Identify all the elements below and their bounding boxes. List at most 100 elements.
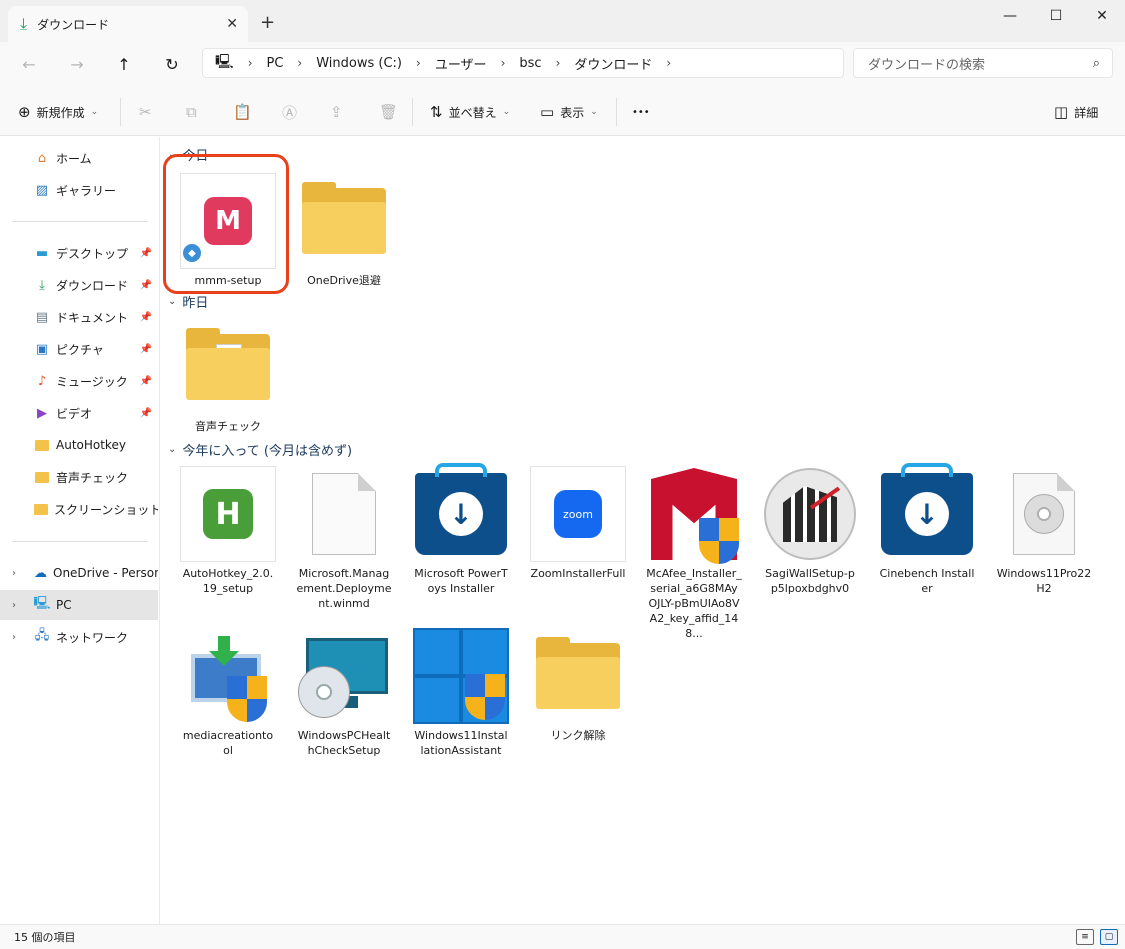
- file-item-powertoys-installer[interactable]: ↓ Microsoft PowerToys Installer: [413, 463, 509, 596]
- onedrive-icon: ☁: [34, 565, 47, 581]
- sidebar-item-gallery[interactable]: ▨ ギャラリー: [0, 175, 158, 205]
- rename-icon: Ⓐ: [282, 103, 298, 122]
- file-item-onedrive-backup[interactable]: OneDrive退避: [296, 173, 392, 288]
- pc-icon: 🖳: [33, 596, 51, 611]
- sidebar-divider: [12, 221, 148, 222]
- file-item-mcafee-installer[interactable]: McAfee_Installer_serial_a6G8MAyOJLY-pBmU…: [646, 466, 742, 641]
- sidebar-item-home[interactable]: ⌂ ホーム: [0, 143, 158, 173]
- tab-downloads[interactable]: ⤓ ダウンロード ✕: [8, 6, 248, 42]
- new-button[interactable]: ⊕ 新規作成 ⌄: [18, 100, 98, 124]
- share-button[interactable]: ⇪: [330, 100, 349, 124]
- new-button-label: 新規作成: [36, 105, 85, 120]
- delete-icon: 🗑: [379, 103, 399, 121]
- sidebar-item-onedrive[interactable]: › ☁ OneDrive - Persona: [0, 558, 158, 588]
- breadcrumb-drive[interactable]: Windows (C:): [316, 56, 402, 71]
- breadcrumb-users[interactable]: ユーザー: [435, 54, 487, 73]
- new-tab-button[interactable]: +: [260, 12, 275, 33]
- address-bar[interactable]: 🖳 › PC › Windows (C:) › ユーザー › bsc › ダウン…: [202, 48, 844, 78]
- cut-icon: ✂: [139, 103, 152, 121]
- sidebar-item-desktop[interactable]: ▬ デスクトップ 📌: [0, 238, 158, 268]
- sort-button-label: 並べ替え: [448, 105, 497, 120]
- sidebar-item-label: ミュージック: [56, 374, 128, 389]
- sort-button[interactable]: ⇅ 並べ替え ⌄: [430, 100, 510, 124]
- file-list: ⌄ 今日 M ◆ mmm-setup OneDrive退避 ⌄ 昨日 音声チェッ…: [160, 137, 1125, 924]
- group-header-today[interactable]: ⌄ 今日: [168, 145, 208, 164]
- pc-icon: 🖳: [215, 54, 234, 70]
- close-window-button[interactable]: ✕: [1079, 4, 1125, 28]
- desktop-icon: ▬: [35, 245, 49, 261]
- file-item-winmd[interactable]: Microsoft.Management.Deployment.winmd: [296, 466, 392, 611]
- uac-shield-icon: [227, 676, 267, 722]
- pin-icon: 📌: [139, 311, 152, 323]
- file-item-sagiwall-setup[interactable]: SagiWallSetup-pp5lpoxbdghv0: [762, 466, 858, 596]
- minimize-button[interactable]: —: [987, 4, 1033, 28]
- up-button[interactable]: ↑: [111, 52, 137, 76]
- uac-shield-icon: [699, 518, 739, 564]
- file-item-mediacreationtool[interactable]: mediacreationtool: [180, 628, 276, 758]
- music-icon: ♪: [37, 373, 47, 389]
- toolbar-divider: [616, 98, 617, 126]
- sidebar-item-music[interactable]: ♪ ミュージック 📌: [0, 366, 158, 396]
- rename-button[interactable]: Ⓐ: [282, 100, 303, 124]
- command-bar: ⊕ 新規作成 ⌄ ✂ ⧉ 📋 Ⓐ ⇪ 🗑 ⇅ 並べ替え ⌄ ▭ 表示 ⌄ •••…: [0, 86, 1125, 136]
- details-view-icon[interactable]: ≡: [1076, 929, 1094, 945]
- breadcrumb-pc[interactable]: PC: [267, 56, 284, 71]
- file-item-autohotkey-setup[interactable]: H AutoHotkey_2.0.19_setup: [180, 466, 276, 596]
- file-name: Windows11Pro22H2: [996, 567, 1092, 595]
- document-icon: ▤: [35, 309, 49, 325]
- file-name: ZoomInstallerFull: [530, 567, 626, 580]
- sidebar-item-label: ドキュメント: [56, 310, 129, 325]
- add-icon: ⊕: [18, 103, 31, 121]
- sidebar-item-label: スクリーンショット: [54, 502, 158, 517]
- chevron-down-icon: ⌄: [502, 107, 511, 117]
- group-header-yesterday[interactable]: ⌄ 昨日: [168, 292, 208, 311]
- gallery-icon: ▨: [35, 182, 49, 198]
- home-icon: ⌂: [37, 150, 47, 166]
- video-icon: ▶: [37, 405, 47, 421]
- sidebar-item-label: PC: [56, 598, 72, 612]
- maximize-button[interactable]: ☐: [1033, 4, 1079, 28]
- copy-button[interactable]: ⧉: [186, 100, 203, 124]
- breadcrumb-user[interactable]: bsc: [519, 56, 541, 71]
- file-item-unlink-folder[interactable]: リンク解除: [530, 628, 626, 743]
- file-name: リンク解除: [550, 729, 606, 742]
- back-button[interactable]: ←: [16, 52, 42, 76]
- pin-icon: 📌: [139, 343, 152, 355]
- chevron-right-icon[interactable]: ›: [12, 600, 16, 611]
- view-button[interactable]: ▭ 表示 ⌄: [540, 100, 598, 124]
- close-tab-icon[interactable]: ✕: [226, 16, 238, 32]
- file-name: Cinebench Installer: [879, 567, 975, 595]
- search-input[interactable]: ダウンロードの検索 ⌕: [853, 48, 1113, 78]
- sidebar-item-pictures[interactable]: ▣ ピクチャ 📌: [0, 334, 158, 364]
- sidebar-item-pc[interactable]: › 🖳 PC: [0, 590, 158, 620]
- paste-button[interactable]: 📋: [233, 100, 258, 124]
- file-item-pc-health-check[interactable]: WindowsPCHealthCheckSetup: [296, 628, 392, 758]
- file-item-zoom-installer[interactable]: zoom ZoomInstallerFull: [530, 466, 626, 581]
- group-header-this-year[interactable]: ⌄ 今年に入って (今月は含めず): [168, 440, 352, 459]
- details-button[interactable]: ◫ 詳細: [1054, 100, 1098, 124]
- sidebar-item-downloads[interactable]: ⤓ ダウンロード 📌: [0, 270, 158, 300]
- sidebar-item-network[interactable]: › 🖧 ネットワーク: [0, 622, 158, 652]
- file-item-mmm-setup[interactable]: M ◆ mmm-setup: [180, 173, 276, 288]
- forward-button[interactable]: →: [64, 52, 90, 76]
- file-item-windows11-iso[interactable]: Windows11Pro22H2: [996, 466, 1092, 596]
- sidebar-item-screenshots[interactable]: スクリーンショット: [0, 494, 158, 524]
- breadcrumb-downloads[interactable]: ダウンロード: [574, 54, 652, 73]
- refresh-button[interactable]: ↻: [159, 52, 185, 76]
- chevron-right-icon: ›: [555, 56, 561, 70]
- group-title: 昨日: [182, 296, 209, 311]
- sidebar-item-audio-check[interactable]: 音声チェック: [0, 462, 158, 492]
- sidebar-item-autohotkey[interactable]: AutoHotkey: [0, 430, 158, 460]
- sidebar-item-documents[interactable]: ▤ ドキュメント 📌: [0, 302, 158, 332]
- file-item-installation-assistant[interactable]: Windows11InstallationAssistant: [413, 628, 509, 758]
- chevron-right-icon[interactable]: ›: [12, 568, 16, 579]
- file-item-audio-check[interactable]: 音声チェック: [180, 319, 276, 434]
- more-options-button[interactable]: •••: [632, 100, 650, 124]
- delete-button[interactable]: 🗑: [379, 100, 404, 124]
- file-item-cinebench-installer[interactable]: ↓ Cinebench Installer: [879, 463, 975, 596]
- chevron-right-icon: ›: [416, 56, 421, 70]
- chevron-right-icon[interactable]: ›: [12, 632, 16, 643]
- sidebar-item-videos[interactable]: ▶ ビデオ 📌: [0, 398, 158, 428]
- cut-button[interactable]: ✂: [139, 100, 158, 124]
- large-icons-view-icon[interactable]: ▢: [1100, 929, 1118, 945]
